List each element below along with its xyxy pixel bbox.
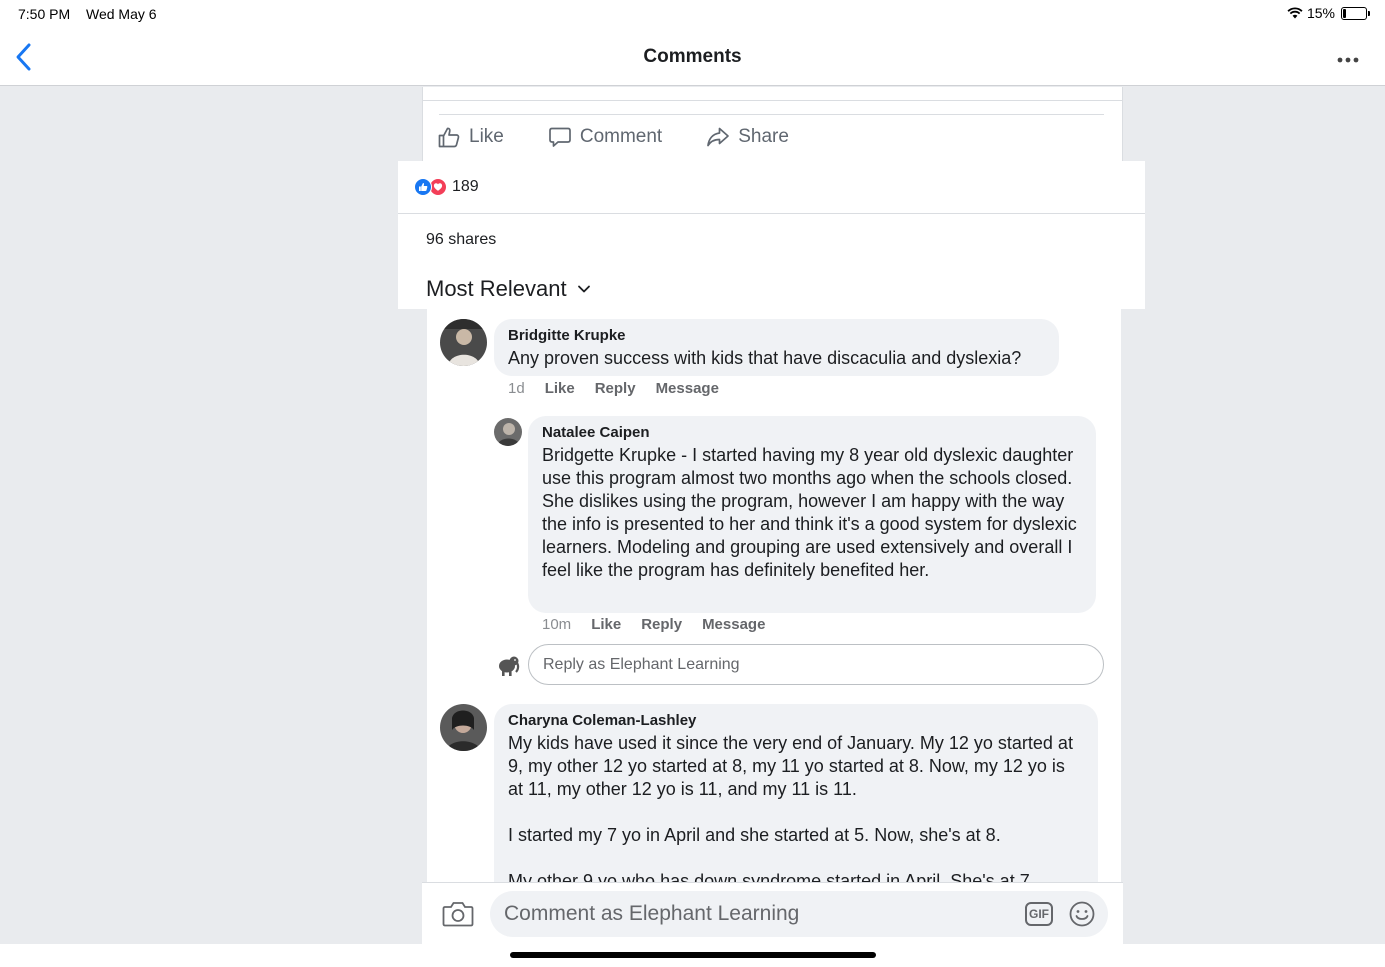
- camera-button[interactable]: [442, 899, 474, 929]
- reply-bubble: Natalee Caipen Bridgette Krupke - I star…: [528, 416, 1096, 613]
- comment-meta: 1d Like Reply Message: [508, 380, 719, 397]
- comment-reply-button[interactable]: Reply: [595, 380, 636, 397]
- comment-message-button[interactable]: Message: [656, 380, 719, 397]
- comment-author[interactable]: Charyna Coleman-Lashley: [508, 712, 1084, 729]
- comment-label: Comment: [579, 126, 663, 147]
- avatar[interactable]: [440, 704, 487, 751]
- gif-button[interactable]: GIF: [1025, 902, 1053, 926]
- comment-reply-button[interactable]: Reply: [641, 616, 682, 633]
- status-right: 15%: [1287, 5, 1370, 21]
- more-options-button[interactable]: [1337, 44, 1359, 70]
- comment-author[interactable]: Natalee Caipen: [542, 424, 1082, 441]
- divider: [439, 114, 1104, 115]
- comment-like-button[interactable]: Like: [545, 380, 575, 397]
- thumbs-up-icon: [438, 127, 460, 148]
- status-date: Wed May 6: [86, 6, 157, 22]
- share-button[interactable]: Share: [706, 125, 789, 149]
- comment-time[interactable]: 10m: [542, 616, 571, 633]
- elephant-icon: [499, 656, 520, 676]
- camera-icon: [442, 902, 474, 927]
- comment-field: GIF: [490, 891, 1108, 937]
- like-label: Like: [469, 126, 504, 147]
- divider: [398, 213, 1145, 214]
- comment-like-button[interactable]: Like: [591, 616, 621, 633]
- like-button[interactable]: Like: [437, 125, 504, 149]
- comment-input[interactable]: [504, 891, 1004, 937]
- avatar[interactable]: [494, 418, 522, 446]
- page-avatar: [494, 651, 522, 679]
- comment-meta: 10m Like Reply Message: [542, 616, 765, 633]
- reaction-count: 189: [452, 178, 479, 195]
- battery-percent: 15%: [1306, 5, 1335, 21]
- status-time: 7:50 PM: [18, 6, 71, 22]
- comment-text: Bridgette Krupke - I started having my 8…: [542, 445, 1077, 580]
- chevron-down-icon: [577, 285, 590, 293]
- sort-dropdown[interactable]: Most Relevant: [426, 276, 591, 302]
- battery-icon: [1341, 6, 1370, 20]
- status-bar: 7:50 PM Wed May 6 15%: [0, 0, 1385, 28]
- comment-icon: [549, 127, 571, 147]
- comment-button[interactable]: Comment: [548, 125, 662, 149]
- emoji-icon: [1069, 901, 1095, 927]
- sort-label: Most Relevant: [426, 276, 567, 301]
- home-indicator[interactable]: [510, 952, 876, 958]
- post-actions: Like Comment Share: [437, 125, 833, 149]
- comment-author[interactable]: Bridgitte Krupke: [508, 327, 1045, 344]
- emoji-button[interactable]: [1069, 901, 1095, 927]
- navigation-bar: Comments: [0, 28, 1385, 86]
- avatar[interactable]: [440, 319, 487, 366]
- more-icon: [1337, 57, 1359, 63]
- like-reaction-icon: [414, 178, 432, 196]
- post-action-area: Like Comment Share: [422, 87, 1123, 161]
- post-content-edge: [423, 87, 1122, 101]
- post-summary: 189 96 shares Most Relevant: [398, 161, 1145, 309]
- comment-time[interactable]: 1d: [508, 380, 525, 397]
- comment-text: Any proven success with kids that have d…: [508, 348, 1022, 368]
- shares-count[interactable]: 96 shares: [426, 231, 496, 249]
- comment-bubble: Charyna Coleman-Lashley My kids have use…: [494, 704, 1098, 884]
- comment-text: My kids have used it since the very end …: [508, 733, 1073, 884]
- reactions-summary[interactable]: 189: [414, 178, 479, 196]
- reply-input[interactable]: [528, 644, 1104, 685]
- page-title: Comments: [643, 46, 742, 67]
- comment-message-button[interactable]: Message: [702, 616, 765, 633]
- share-label: Share: [738, 126, 789, 147]
- wifi-icon: [1287, 7, 1303, 19]
- comment-composer: GIF: [422, 882, 1123, 944]
- comments-list: Bridgitte Krupke Any proven success with…: [427, 309, 1121, 884]
- share-icon: [707, 127, 730, 147]
- comment-bubble: Bridgitte Krupke Any proven success with…: [494, 319, 1059, 376]
